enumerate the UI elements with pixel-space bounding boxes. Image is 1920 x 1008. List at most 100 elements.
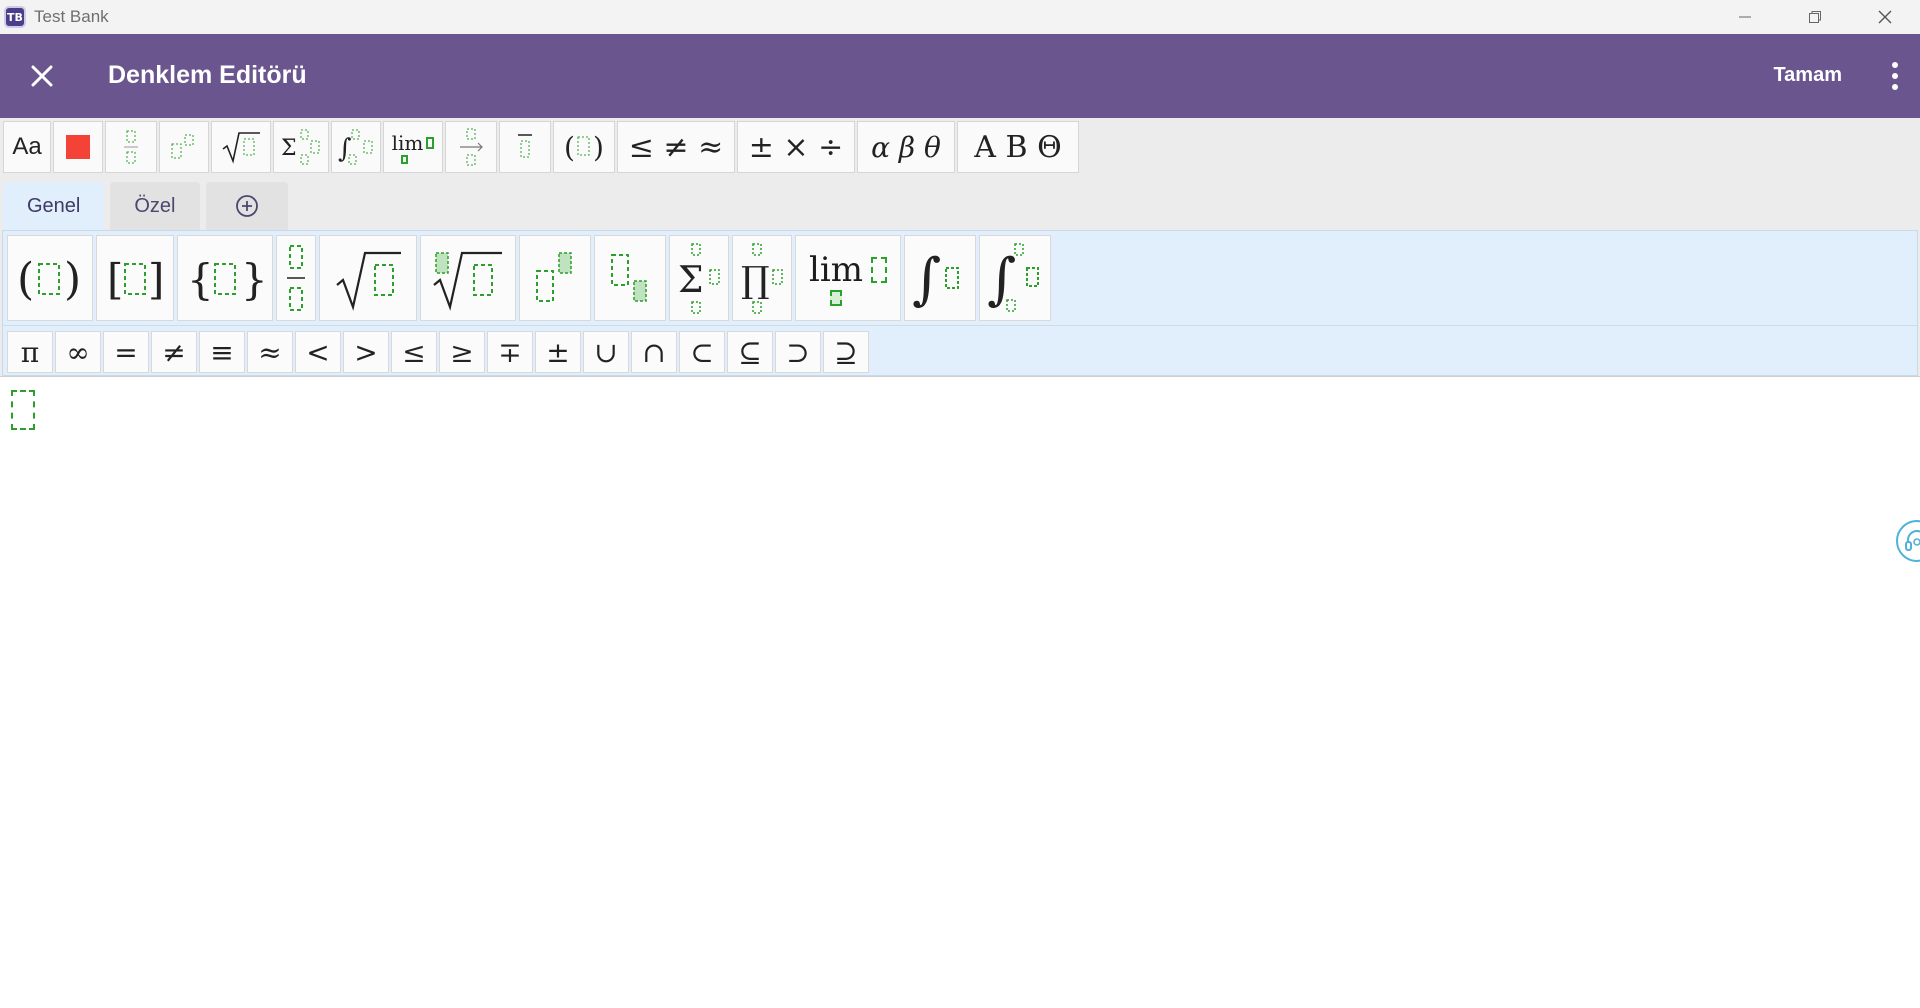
sqrt-template-button[interactable] [211, 121, 271, 173]
add-circle-icon [235, 195, 258, 217]
svg-text:∫: ∫ [338, 134, 352, 164]
braces-icon: {} [187, 255, 265, 304]
svg-text:{: { [187, 255, 214, 304]
assistant-button[interactable] [1896, 520, 1920, 562]
fraction-icon [287, 245, 305, 311]
sqrt-icon [336, 251, 401, 311]
definite-integral-icon: ∫ [987, 243, 1039, 312]
greek-uppercase-button[interactable]: A B Θ [957, 121, 1079, 173]
more-vertical-icon [1892, 62, 1898, 68]
parentheses-template-button[interactable]: () [553, 121, 615, 173]
arrow-template-button[interactable] [445, 121, 497, 173]
symbol-superset[interactable]: ⊃ [775, 331, 821, 373]
symbol-row: π ∞ = ≠ ≡ ≈ < > ≤ ≥ ∓ ± ∪ ∩ ⊂ ⊆ ⊃ ⊇ [7, 331, 869, 373]
integral-icon: ∫ [338, 129, 373, 165]
arrow-over-icon [460, 128, 483, 166]
symbol-equivalent[interactable]: ≡ [199, 331, 245, 373]
nth-root-icon [433, 251, 502, 311]
superscript-template[interactable] [519, 235, 591, 321]
superscript-icon [536, 252, 572, 302]
minimize-button[interactable] [1710, 0, 1780, 34]
template-row: () [] {} Σ [7, 235, 1051, 321]
svg-text:): ) [593, 131, 604, 164]
equation-placeholder[interactable] [11, 390, 35, 430]
window-close-button[interactable] [1850, 0, 1920, 34]
editor-close-button[interactable] [26, 60, 58, 92]
color-button[interactable] [53, 121, 103, 173]
operators-button[interactable]: ± × ÷ [737, 121, 855, 173]
symbol-union[interactable]: ∪ [583, 331, 629, 373]
relations-button[interactable]: ≤ ≠ ≈ [617, 121, 735, 173]
toolbar-area: Aa Σ ∫ lim () ≤ ≠ ≈ ± × ÷ α β θ A B Θ Ge… [0, 118, 1920, 377]
symbol-less-than[interactable]: < [295, 331, 341, 373]
sum-template-button[interactable]: Σ [273, 121, 329, 173]
svg-text:∫: ∫ [912, 247, 941, 312]
product-template[interactable]: ∏ [732, 235, 792, 321]
sum-icon: Σ [281, 129, 320, 165]
font-style-button[interactable]: Aa [3, 121, 51, 173]
svg-text:(: ( [564, 131, 575, 164]
parentheses-icon: () [17, 254, 81, 305]
greek-lowercase-button[interactable]: α β θ [857, 121, 955, 173]
superscript-template-button[interactable] [159, 121, 209, 173]
symbol-subset[interactable]: ⊂ [679, 331, 725, 373]
svg-text:∏: ∏ [741, 260, 770, 301]
symbol-intersection[interactable]: ∩ [631, 331, 677, 373]
sqrt-template[interactable] [319, 235, 417, 321]
symbol-superset-equal[interactable]: ⊇ [823, 331, 869, 373]
symbol-greater-equal[interactable]: ≥ [439, 331, 485, 373]
symbol-equals[interactable]: = [103, 331, 149, 373]
integral-icon: ∫ [912, 247, 959, 312]
template-panel: () [] {} Σ [2, 230, 1918, 376]
fraction-template[interactable] [276, 235, 316, 321]
symbol-greater-than[interactable]: > [343, 331, 389, 373]
done-button[interactable]: Tamam [1773, 64, 1842, 87]
window-title: Test Bank [34, 7, 109, 26]
svg-text:): ) [64, 254, 81, 305]
add-tab-button[interactable] [205, 182, 288, 230]
integral-template-button[interactable]: ∫ [331, 121, 381, 173]
restore-button[interactable] [1780, 0, 1850, 34]
svg-text:Σ: Σ [281, 136, 297, 161]
parentheses-icon: () [564, 131, 604, 164]
limit-template-button[interactable]: lim [383, 121, 443, 173]
superscript-icon [171, 134, 194, 159]
more-options-button[interactable] [1888, 56, 1902, 96]
symbol-less-equal[interactable]: ≤ [391, 331, 437, 373]
equation-canvas[interactable] [0, 378, 1920, 1008]
sum-template[interactable]: Σ [669, 235, 729, 321]
fraction-template-button[interactable] [105, 121, 157, 173]
nth-root-template[interactable] [420, 235, 516, 321]
tab-ozel[interactable]: Özel [110, 182, 200, 230]
color-swatch [66, 135, 90, 159]
symbol-minus-plus[interactable]: ∓ [487, 331, 533, 373]
subscript-template[interactable] [594, 235, 666, 321]
product-icon: ∏ [741, 243, 783, 314]
close-icon [31, 65, 53, 87]
window-titlebar: TB Test Bank [0, 0, 1920, 34]
symbol-approx[interactable]: ≈ [247, 331, 293, 373]
parentheses-template[interactable]: () [7, 235, 93, 321]
brackets-template[interactable]: [] [96, 235, 174, 321]
symbol-pi[interactable]: π [7, 331, 53, 373]
integral-template[interactable]: ∫ [904, 235, 976, 321]
svg-text:[: [ [107, 255, 123, 304]
headset-icon [1905, 530, 1920, 551]
tab-genel[interactable]: Genel [3, 182, 105, 230]
app-header: Denklem Editörü Tamam [0, 34, 1920, 118]
definite-integral-template[interactable]: ∫ [979, 235, 1051, 321]
svg-text:Σ: Σ [678, 260, 703, 301]
symbol-subset-equal[interactable]: ⊆ [727, 331, 773, 373]
quick-toolbar: Aa Σ ∫ lim () ≤ ≠ ≈ ± × ÷ α β θ A B Θ [3, 121, 1079, 173]
braces-template[interactable]: {} [177, 235, 273, 321]
svg-text:(: ( [17, 254, 34, 305]
overline-icon [518, 134, 532, 158]
symbol-plus-minus[interactable]: ± [535, 331, 581, 373]
symbol-infinity[interactable]: ∞ [55, 331, 101, 373]
sum-icon: Σ [678, 243, 720, 314]
overline-template-button[interactable] [499, 121, 551, 173]
symbol-not-equal[interactable]: ≠ [151, 331, 197, 373]
tab-bar: Genel Özel [3, 182, 288, 230]
page-title: Denklem Editörü [108, 61, 307, 89]
limit-template[interactable]: lim [795, 235, 901, 321]
